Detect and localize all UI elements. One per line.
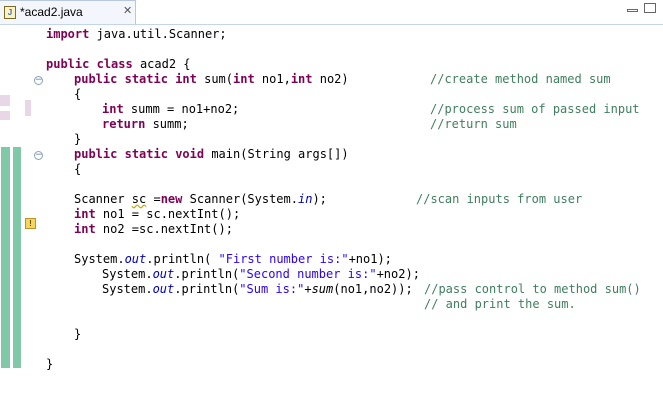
code-line: public static void main(String args[]) — [74, 147, 349, 161]
fold-collapse-icon[interactable]: − — [34, 151, 43, 160]
change-marker — [0, 95, 10, 106]
overview-ruler — [0, 25, 11, 416]
code-comment: //return sum — [430, 117, 517, 131]
code-editor[interactable]: import java.util.Scanner; public class a… — [44, 25, 663, 416]
code-comment: //process sum of passed input — [430, 102, 640, 116]
code-line: public class acad2 { — [46, 57, 191, 71]
code-comment: //create method named sum — [430, 72, 611, 86]
change-marker — [25, 100, 31, 116]
warning-icon[interactable]: ! — [25, 218, 36, 229]
code-line: } — [46, 357, 54, 371]
code-line: System.out.println( "First number is:"+n… — [74, 252, 392, 266]
code-comment: //scan inputs from user — [416, 192, 583, 206]
maximize-icon[interactable] — [644, 3, 656, 13]
code-line: public static int sum(int no1,int no2) — [74, 72, 349, 86]
change-marker — [1, 147, 10, 368]
code-line: import java.util.Scanner; — [46, 27, 227, 41]
code-line: int no2 =sc.nextInt(); — [74, 222, 233, 236]
code-line: { — [74, 162, 82, 176]
code-line: System.out.println("Second number is:"+n… — [102, 267, 420, 281]
tab-title: *acad2.java — [20, 5, 83, 19]
change-marker — [0, 111, 10, 120]
java-file-icon: J — [4, 6, 16, 19]
minimize-icon[interactable] — [627, 9, 638, 12]
code-line: Scanner sc =new Scanner(System.in); — [74, 192, 327, 206]
editor-tab-bar: J *acad2.java ✕ — [0, 0, 663, 25]
fold-collapse-icon[interactable]: − — [34, 76, 43, 85]
code-line: int summ = no1+no2; — [102, 102, 240, 116]
code-line: { — [74, 87, 82, 101]
close-icon[interactable]: ✕ — [123, 4, 132, 17]
code-line: int no1 = sc.nextInt(); — [74, 207, 241, 221]
code-line: } — [74, 327, 82, 341]
code-comment: // and print the sum. — [424, 297, 576, 311]
tab-acad2-java[interactable]: J *acad2.java ✕ — [0, 0, 136, 24]
code-line: return summ; — [102, 117, 189, 131]
code-comment: //pass control to method sum() — [424, 282, 641, 296]
code-line: } — [74, 132, 82, 146]
change-marker — [13, 147, 21, 368]
code-line: System.out.println("Sum is:"+sum(no1,no2… — [102, 282, 413, 296]
line-gutter: − − ! — [11, 25, 44, 416]
